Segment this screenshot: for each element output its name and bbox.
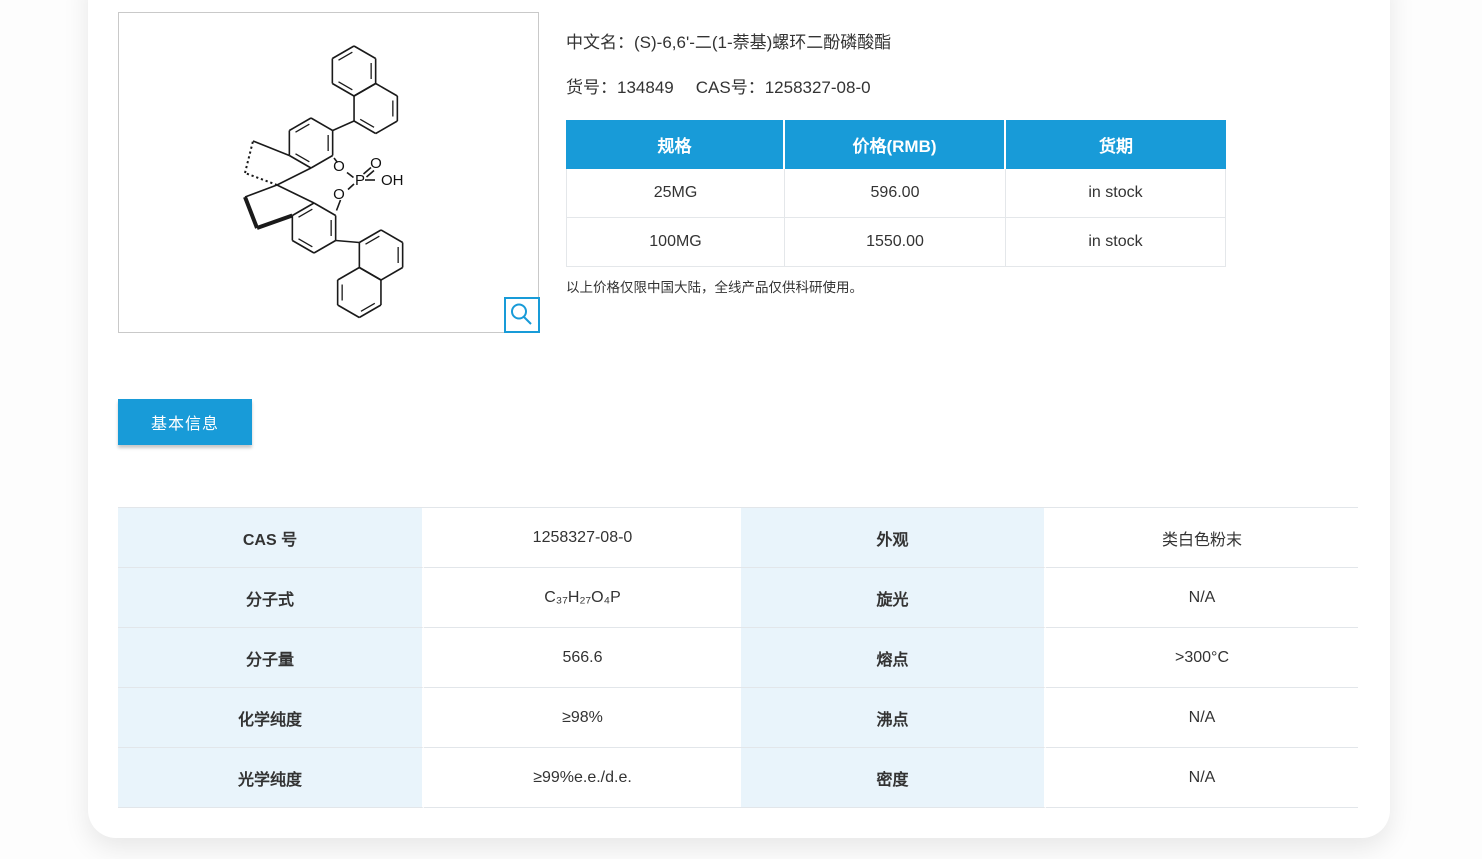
detail-value: N/A xyxy=(1046,748,1358,808)
cas-value: 1258327-08-0 xyxy=(764,78,871,97)
detail-label: 沸点 xyxy=(741,688,1046,748)
price-spec-cell: 100MG xyxy=(566,218,785,267)
detail-label: 外观 xyxy=(741,508,1046,568)
product-name: (S)-6,6'-二(1-萘基)螺环二酚磷酸酯 xyxy=(634,33,892,52)
price-amount-cell: 596.00 xyxy=(785,169,1006,218)
detail-label: 分子量 xyxy=(118,628,424,688)
molecule-structure-image: O O P O OH xyxy=(243,45,404,319)
atom-label-o-bottom: O xyxy=(333,186,345,203)
detail-value: 类白色粉末 xyxy=(1046,508,1358,568)
cas-label: CAS号： xyxy=(695,78,765,97)
product-name-label: 中文名： xyxy=(566,33,634,52)
detail-value: ≥98% xyxy=(424,688,741,748)
detail-row: 分子式 C₃₇H₂₇O₄P 旋光 N/A xyxy=(118,568,1358,628)
detail-label: 熔点 xyxy=(741,628,1046,688)
zoom-button[interactable] xyxy=(504,297,540,333)
price-header-price: 价格(RMB) xyxy=(785,120,1006,169)
detail-row: CAS 号 1258327-08-0 外观 类白色粉末 xyxy=(118,508,1358,568)
detail-value: N/A xyxy=(1046,688,1358,748)
sku-value: 134849 xyxy=(617,78,674,97)
detail-value: 1258327-08-0 xyxy=(424,508,741,568)
detail-label: 分子式 xyxy=(118,568,424,628)
price-spec-cell: 25MG xyxy=(566,169,785,218)
detail-value: 566.6 xyxy=(424,628,741,688)
detail-value: >300°C xyxy=(1046,628,1358,688)
product-image-box: O O P O OH xyxy=(118,12,539,333)
price-amount-cell: 1550.00 xyxy=(785,218,1006,267)
product-header: 中文名：(S)-6,6'-二(1-萘基)螺环二酚磷酸酯 货号：134849 CAS… xyxy=(566,28,891,98)
price-header-row: 规格 价格(RMB) 货期 xyxy=(566,120,1226,169)
detail-label: 密度 xyxy=(741,748,1046,808)
sku-label: 货号： xyxy=(566,78,617,97)
detail-label: CAS 号 xyxy=(118,508,424,568)
product-id-line: 货号：134849 CAS号：1258327-08-0 xyxy=(566,73,891,98)
atom-label-o-top: O xyxy=(333,158,345,175)
magnifier-icon xyxy=(511,303,532,325)
detail-value: C₃₇H₂₇O₄P xyxy=(424,568,741,628)
price-header-spec: 规格 xyxy=(566,120,785,169)
detail-label: 旋光 xyxy=(741,568,1046,628)
product-name-line: 中文名：(S)-6,6'-二(1-萘基)螺环二酚磷酸酯 xyxy=(566,28,891,53)
price-stock-cell: in stock xyxy=(1006,218,1226,267)
price-note: 以上价格仅限中国大陆，全线产品仅供科研使用。 xyxy=(566,280,863,295)
price-row: 25MG 596.00 in stock xyxy=(566,169,1226,218)
detail-row: 化学纯度 ≥98% 沸点 N/A xyxy=(118,688,1358,748)
detail-value: ≥99%e.e./d.e. xyxy=(424,748,741,808)
price-stock-cell: in stock xyxy=(1006,169,1226,218)
atom-label-o-double: O xyxy=(370,155,382,172)
price-row: 100MG 1550.00 in stock xyxy=(566,218,1226,267)
atom-label-p: P xyxy=(355,172,365,189)
details-table: CAS 号 1258327-08-0 外观 类白色粉末 分子式 C₃₇H₂₇O₄… xyxy=(118,507,1358,808)
detail-label: 光学纯度 xyxy=(118,748,424,808)
price-header-availability: 货期 xyxy=(1006,120,1226,169)
price-table: 规格 价格(RMB) 货期 25MG 596.00 in stock 100MG… xyxy=(566,120,1226,267)
atom-label-oh: OH xyxy=(381,172,404,189)
detail-value: N/A xyxy=(1046,568,1358,628)
detail-row: 光学纯度 ≥99%e.e./d.e. 密度 N/A xyxy=(118,748,1358,808)
detail-row: 分子量 566.6 熔点 >300°C xyxy=(118,628,1358,688)
tab-basic-info[interactable]: 基本信息 xyxy=(118,399,252,445)
detail-label: 化学纯度 xyxy=(118,688,424,748)
